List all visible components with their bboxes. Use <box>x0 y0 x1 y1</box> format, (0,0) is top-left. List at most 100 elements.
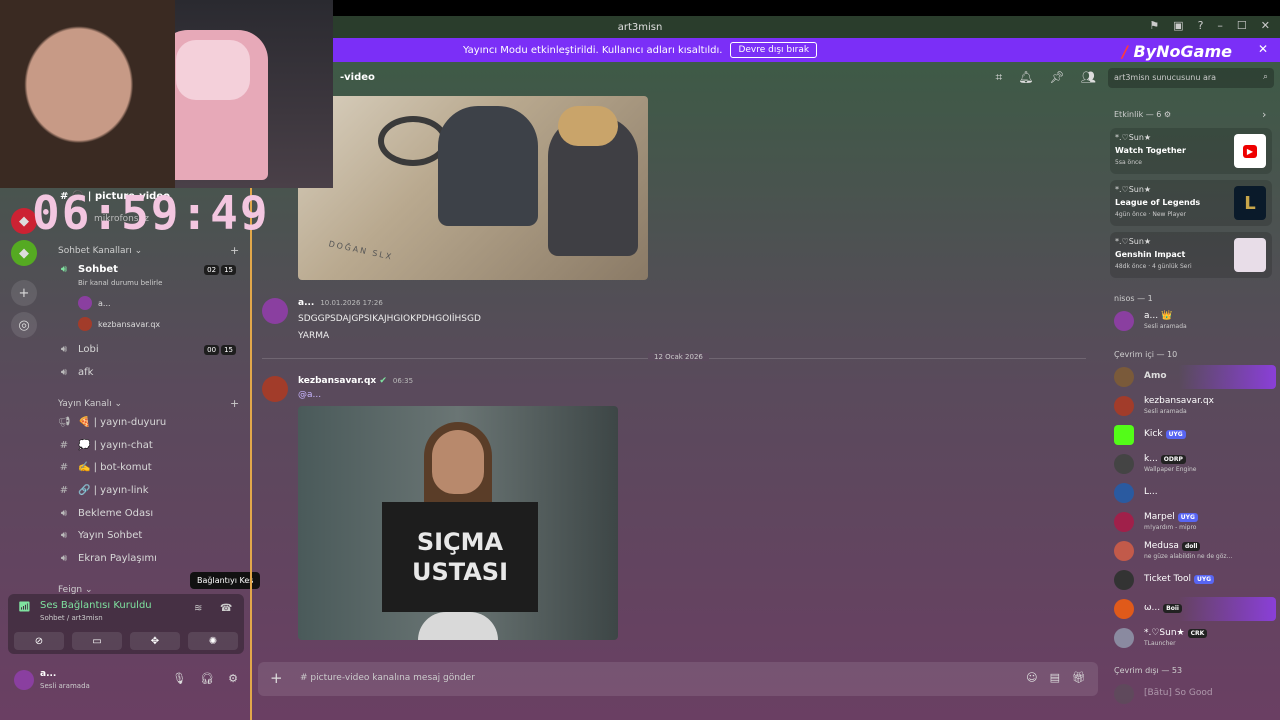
member-item[interactable]: Medusa doll ne güze alabildin ne de göz... <box>1114 539 1276 563</box>
bell-icon[interactable]: 🔔︎ <box>1018 70 1033 85</box>
member-item[interactable]: L... <box>1114 481 1276 505</box>
user-name[interactable]: a... <box>40 669 56 679</box>
member-item[interactable]: ω... Boii <box>1114 597 1276 621</box>
channel-ekran-paylasimi[interactable]: 🔊︎ Ekran Paylaşımı <box>58 553 240 564</box>
sign-text: SIÇMA USTASI <box>382 502 538 612</box>
voice-connection-panel: 📶︎ Ses Bağlantısı Kuruldu Sohbet / art3m… <box>8 594 244 654</box>
member-item[interactable]: Marpel UYG m!yardım - mipro <box>1114 510 1276 534</box>
threads-icon[interactable]: ⌗ <box>996 70 1003 85</box>
screen-icon[interactable]: ▣ <box>1173 19 1183 32</box>
message-composer[interactable]: + # picture-video kanalına mesaj gönder … <box>258 662 1098 696</box>
attached-image-photo[interactable]: SIÇMA USTASI <box>298 406 618 640</box>
voice-connected-sub[interactable]: Sohbet / art3misn <box>40 614 103 622</box>
help-icon[interactable]: ? <box>1198 19 1204 32</box>
add-channel-icon[interactable]: + <box>230 244 239 257</box>
noise-suppression-icon[interactable]: ≋ <box>194 603 202 614</box>
member-item[interactable]: k... ODRP Wallpaper Engine <box>1114 452 1276 476</box>
activity-header[interactable]: Etkinlik — 6 ⚙ › <box>1114 108 1266 121</box>
avatar <box>1114 367 1134 387</box>
channel-yayin-duyuru[interactable]: 📢︎ 🍕 | yayın-duyuru <box>58 417 240 428</box>
streamer-hair <box>0 0 175 188</box>
soundboard-icon[interactable]: ✺ <box>188 632 238 650</box>
channel-yayin-sohbet[interactable]: 🔊︎ Yayın Sohbet <box>58 530 240 541</box>
titlebar-icons: ⚑ ▣ ? – ☐ ✕ <box>1149 19 1270 32</box>
avatar <box>1114 684 1134 704</box>
message-author[interactable]: a... 10.01.2026 17:26 <box>298 298 383 308</box>
maximize-icon[interactable]: ☐ <box>1237 19 1247 32</box>
settings-gear-icon[interactable]: ⚙ <box>228 672 238 685</box>
explore-icon[interactable]: ◎ <box>11 312 37 338</box>
screen-share-icon[interactable]: ▭ <box>72 632 122 650</box>
voice-user[interactable]: kezbansavar.qx <box>78 317 160 331</box>
role-header-offline: Çevrim dışı — 53 <box>1114 666 1183 675</box>
channel-yayin-link[interactable]: # 🔗 | yayın-link <box>58 485 240 496</box>
activity-card[interactable]: *.♡Sun★ Watch Together 5sa önce ▶ <box>1110 128 1272 174</box>
channel-yayin-chat[interactable]: # 💭 | yayın-chat <box>58 440 240 451</box>
member-item[interactable]: a... 👑 Sesli aramada <box>1114 309 1276 333</box>
channel-status-hint[interactable]: Bir kanal durumu belirle <box>78 279 162 287</box>
camera-off-icon[interactable]: ⊘ <box>14 632 64 650</box>
voice-channel-sohbet[interactable]: 🔊︎ Sohbet 02 15 <box>58 264 240 275</box>
message-text: YARMA <box>298 331 330 341</box>
author-avatar[interactable] <box>262 298 288 324</box>
speaker-icon: 🔊︎ <box>60 367 68 378</box>
gift-icon[interactable]: 🎁︎ <box>1072 671 1086 684</box>
member-item[interactable]: kezbansavar.qx Sesli aramada <box>1114 394 1276 418</box>
member-sidebar: art3misn sunucusunu ara ⌕ Etkinlik — 6 ⚙ ›… <box>1100 62 1280 720</box>
voice-actions: ⊘ ▭ ✥ ✺ <box>14 632 238 650</box>
avatar <box>78 317 92 331</box>
avatar <box>1114 512 1134 532</box>
member-item[interactable]: *.♡Sun★ CRK TLauncher <box>1114 626 1276 650</box>
channel-bekleme-odasi[interactable]: 🔊︎ Bekleme Odası <box>58 508 240 519</box>
voice-channel-afk[interactable]: 🔊︎ afk <box>58 367 240 378</box>
member-item[interactable]: [Bātu] So Good <box>1114 682 1276 706</box>
server-search-input[interactable]: art3misn sunucusunu ara ⌕ <box>1108 68 1274 88</box>
composer-input[interactable]: # picture-video kanalına mesaj gönder <box>300 673 475 683</box>
activities-icon[interactable]: ✥ <box>130 632 180 650</box>
date-divider: 12 Ocak 2026 <box>262 353 1086 361</box>
category-voice[interactable]: Sohbet Kanalları ⌄ + <box>58 244 239 257</box>
signal-icon[interactable]: 📶︎ <box>18 602 31 613</box>
speaker-icon: 🔊︎ <box>60 530 68 541</box>
author-avatar[interactable] <box>262 376 288 402</box>
user-panel: a... Sesli aramada 🎙︎ 🎧︎ ⚙ <box>8 662 244 696</box>
activity-card[interactable]: *.♡Sun★ League of Legends 4gün önce · Ne… <box>1110 180 1272 226</box>
inbox-icon[interactable]: ⚑ <box>1149 19 1159 32</box>
user-controls: 🎙︎ 🎧︎ ⚙ <box>172 672 238 685</box>
gif-icon[interactable]: ▤ <box>1050 671 1060 684</box>
pin-icon[interactable]: 📌︎ <box>1050 70 1065 85</box>
server-icon[interactable]: ◆ <box>11 240 37 266</box>
figure-driver <box>438 106 538 226</box>
user-avatar[interactable] <box>14 670 34 690</box>
voice-connected-title: Ses Bağlantısı Kuruldu <box>40 600 152 611</box>
minimize-icon[interactable]: – <box>1217 19 1223 32</box>
channel-badges: 00 15 <box>204 344 236 355</box>
mention-text[interactable]: @a... <box>298 390 321 400</box>
voice-user[interactable]: a... <box>78 296 111 310</box>
message-author[interactable]: kezbansavar.qx ✔ 06:35 <box>298 376 413 386</box>
add-channel-icon[interactable]: + <box>230 397 239 410</box>
webcam-overlay <box>0 0 333 188</box>
figure-face <box>432 430 484 494</box>
disable-streamer-mode-button[interactable]: Devre dışı bırak <box>730 42 818 58</box>
member-list-icon[interactable]: 👥︎ <box>1081 70 1096 85</box>
microphone-icon[interactable]: 🎙︎ <box>172 672 186 685</box>
chevron-right-icon[interactable]: › <box>1262 108 1266 121</box>
headphones-icon[interactable]: 🎧︎ <box>200 672 214 685</box>
disconnect-icon[interactable]: ☎︎ <box>220 603 232 614</box>
category-stream[interactable]: Yayın Kanalı ⌄ + <box>58 397 239 410</box>
channel-bot-komut[interactable]: # ✍️ | bot-komut <box>58 462 240 473</box>
avatar <box>1114 541 1134 561</box>
emoji-icon[interactable]: ☺ <box>1026 671 1037 684</box>
close-window-icon[interactable]: ✕ <box>1261 19 1270 32</box>
add-server-icon[interactable]: + <box>11 280 37 306</box>
member-item[interactable]: Amo <box>1114 365 1276 389</box>
member-item[interactable]: Ticket Tool UYG <box>1114 568 1276 592</box>
activity-card[interactable]: *.♡Sun★ Genshin Impact 48dk önce · 4 gün… <box>1110 232 1272 278</box>
voice-channel-lobi[interactable]: 🔊︎ Lobi 00 15 <box>58 344 240 355</box>
window-title: art3misn <box>617 21 663 33</box>
member-item[interactable]: Kick UYG <box>1114 423 1276 447</box>
attach-plus-icon[interactable]: + <box>270 669 283 687</box>
close-banner-icon[interactable]: ✕ <box>1258 42 1268 56</box>
attached-image-drawing[interactable]: DOĞAN SLX <box>298 96 648 280</box>
